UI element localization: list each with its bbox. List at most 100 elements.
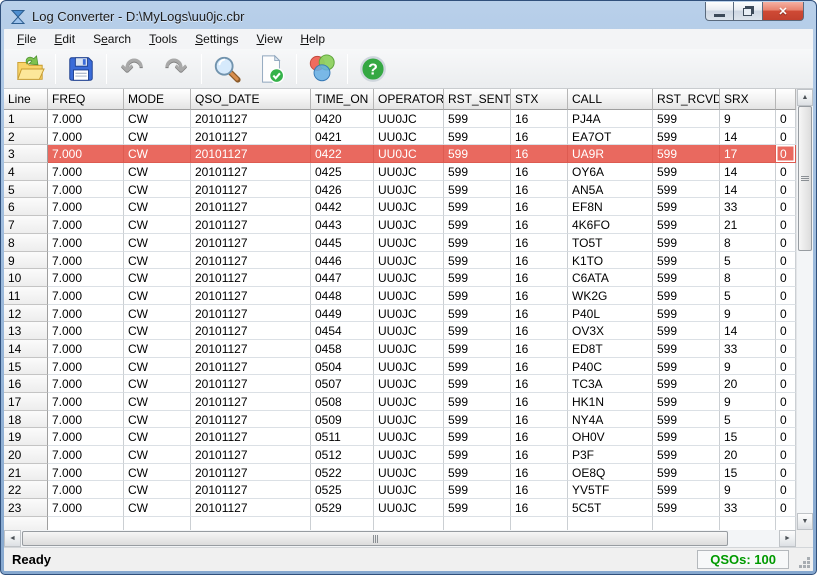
menu-file[interactable]: File — [8, 30, 45, 48]
table-cell[interactable]: 599 — [444, 358, 511, 376]
table-row[interactable]: 137.000CW201011270454UU0JC59916OV3X59914… — [4, 322, 796, 340]
table-cell[interactable]: 16 — [511, 464, 568, 482]
table-row[interactable] — [4, 517, 796, 530]
table-cell[interactable] — [511, 517, 568, 530]
table-cell[interactable]: 7.000 — [48, 481, 124, 499]
table-cell[interactable]: TC3A — [568, 375, 653, 393]
table-cell[interactable]: WK2G — [568, 287, 653, 305]
table-cell[interactable]: 20 — [720, 446, 776, 464]
table-cell[interactable] — [444, 517, 511, 530]
table-row[interactable]: 237.000CW201011270529UU0JC599165C5T59933… — [4, 499, 796, 517]
table-cell[interactable]: CW — [124, 269, 191, 287]
menu-view[interactable]: View — [248, 30, 292, 48]
table-cell[interactable]: UU0JC — [374, 428, 444, 446]
restore-button[interactable] — [734, 2, 762, 21]
menu-tools[interactable]: Tools — [140, 30, 186, 48]
scroll-up-button[interactable]: ▲ — [797, 89, 813, 106]
table-cell[interactable]: P3F — [568, 446, 653, 464]
menu-search[interactable]: Search — [84, 30, 140, 48]
table-cell[interactable]: OY6A — [568, 163, 653, 181]
table-row[interactable]: 127.000CW201011270449UU0JC59916P40L59990 — [4, 305, 796, 323]
table-cell[interactable]: 14 — [720, 181, 776, 199]
table-cell[interactable]: 14 — [720, 163, 776, 181]
table-cell[interactable]: 599 — [444, 305, 511, 323]
table-cell[interactable]: 5 — [720, 252, 776, 270]
table-cell[interactable]: 0 — [776, 252, 796, 270]
table-cell[interactable]: 7.000 — [48, 287, 124, 305]
table-cell[interactable]: 20101127 — [191, 110, 311, 128]
table-cell[interactable]: 599 — [444, 446, 511, 464]
table-cell[interactable]: 20101127 — [191, 181, 311, 199]
table-row[interactable]: 227.000CW201011270525UU0JC59916YV5TF5999… — [4, 481, 796, 499]
table-cell[interactable]: K1TO — [568, 252, 653, 270]
table-cell[interactable]: 7.000 — [48, 446, 124, 464]
table-cell[interactable] — [191, 517, 311, 530]
table-cell[interactable]: UU0JC — [374, 464, 444, 482]
table-cell[interactable]: 16 — [511, 163, 568, 181]
table-cell[interactable]: 16 — [511, 110, 568, 128]
table-cell[interactable]: 33 — [720, 499, 776, 517]
table-cell[interactable]: 16 — [511, 446, 568, 464]
search-button[interactable] — [205, 51, 249, 87]
table-cell[interactable]: 16 — [511, 216, 568, 234]
table-cell[interactable]: UU0JC — [374, 128, 444, 146]
open-file-button[interactable] — [8, 51, 52, 87]
table-cell[interactable]: UU0JC — [374, 393, 444, 411]
table-cell[interactable]: ED8T — [568, 340, 653, 358]
table-cell[interactable]: 0458 — [311, 340, 374, 358]
table-cell[interactable]: 0 — [776, 163, 796, 181]
table-cell[interactable]: 9 — [720, 393, 776, 411]
table-cell[interactable]: 0422 — [311, 145, 374, 163]
table-cell[interactable]: 599 — [653, 198, 720, 216]
table-cell[interactable] — [311, 517, 374, 530]
table-cell[interactable]: 0 — [776, 287, 796, 305]
table-cell[interactable]: CW — [124, 322, 191, 340]
table-cell[interactable]: 0 — [776, 305, 796, 323]
table-cell[interactable]: 599 — [653, 181, 720, 199]
table-cell[interactable] — [48, 517, 124, 530]
table-cell[interactable]: CW — [124, 234, 191, 252]
line-number-cell[interactable]: 2 — [4, 128, 48, 146]
table-cell[interactable]: 599 — [444, 181, 511, 199]
table-cell[interactable]: CW — [124, 428, 191, 446]
line-number-cell[interactable]: 17 — [4, 393, 48, 411]
table-cell[interactable]: 0 — [776, 322, 796, 340]
table-cell[interactable]: 599 — [444, 145, 511, 163]
table-cell[interactable]: 599 — [653, 446, 720, 464]
table-row[interactable]: 37.000CW201011270422UU0JC59916UA9R599170 — [4, 145, 796, 163]
table-cell[interactable]: 16 — [511, 322, 568, 340]
table-cell[interactable]: 20101127 — [191, 216, 311, 234]
table-cell[interactable]: 20101127 — [191, 269, 311, 287]
table-cell[interactable]: 0 — [776, 411, 796, 429]
table-cell[interactable]: 16 — [511, 499, 568, 517]
column-header[interactable]: CALL — [568, 89, 653, 110]
table-cell[interactable]: UU0JC — [374, 181, 444, 199]
table-cell[interactable]: OV3X — [568, 322, 653, 340]
table-cell[interactable]: 599 — [653, 163, 720, 181]
table-cell[interactable]: 599 — [653, 393, 720, 411]
table-cell[interactable]: CW — [124, 358, 191, 376]
validate-log-button[interactable] — [249, 51, 293, 87]
table-cell[interactable]: 20101127 — [191, 287, 311, 305]
table-cell[interactable]: P40L — [568, 305, 653, 323]
table-row[interactable]: 117.000CW201011270448UU0JC59916WK2G59950 — [4, 287, 796, 305]
table-cell[interactable]: 5 — [720, 287, 776, 305]
save-button[interactable] — [59, 51, 103, 87]
line-number-cell[interactable]: 8 — [4, 234, 48, 252]
table-cell[interactable]: 7.000 — [48, 464, 124, 482]
table-cell[interactable]: NY4A — [568, 411, 653, 429]
table-cell[interactable]: 0 — [776, 358, 796, 376]
table-cell[interactable]: 0 — [776, 269, 796, 287]
table-cell[interactable]: 7.000 — [48, 375, 124, 393]
table-cell[interactable]: EA7OT — [568, 128, 653, 146]
table-cell[interactable]: 20101127 — [191, 305, 311, 323]
line-number-cell[interactable]: 15 — [4, 358, 48, 376]
table-cell[interactable]: UU0JC — [374, 411, 444, 429]
table-row[interactable]: 157.000CW201011270504UU0JC59916P40C59990 — [4, 358, 796, 376]
column-header[interactable]: TIME_ON — [311, 89, 374, 110]
table-cell[interactable]: 599 — [444, 198, 511, 216]
table-row[interactable]: 97.000CW201011270446UU0JC59916K1TO59950 — [4, 252, 796, 270]
table-cell[interactable]: 20101127 — [191, 252, 311, 270]
table-cell[interactable]: 7.000 — [48, 234, 124, 252]
table-cell[interactable]: 7.000 — [48, 252, 124, 270]
